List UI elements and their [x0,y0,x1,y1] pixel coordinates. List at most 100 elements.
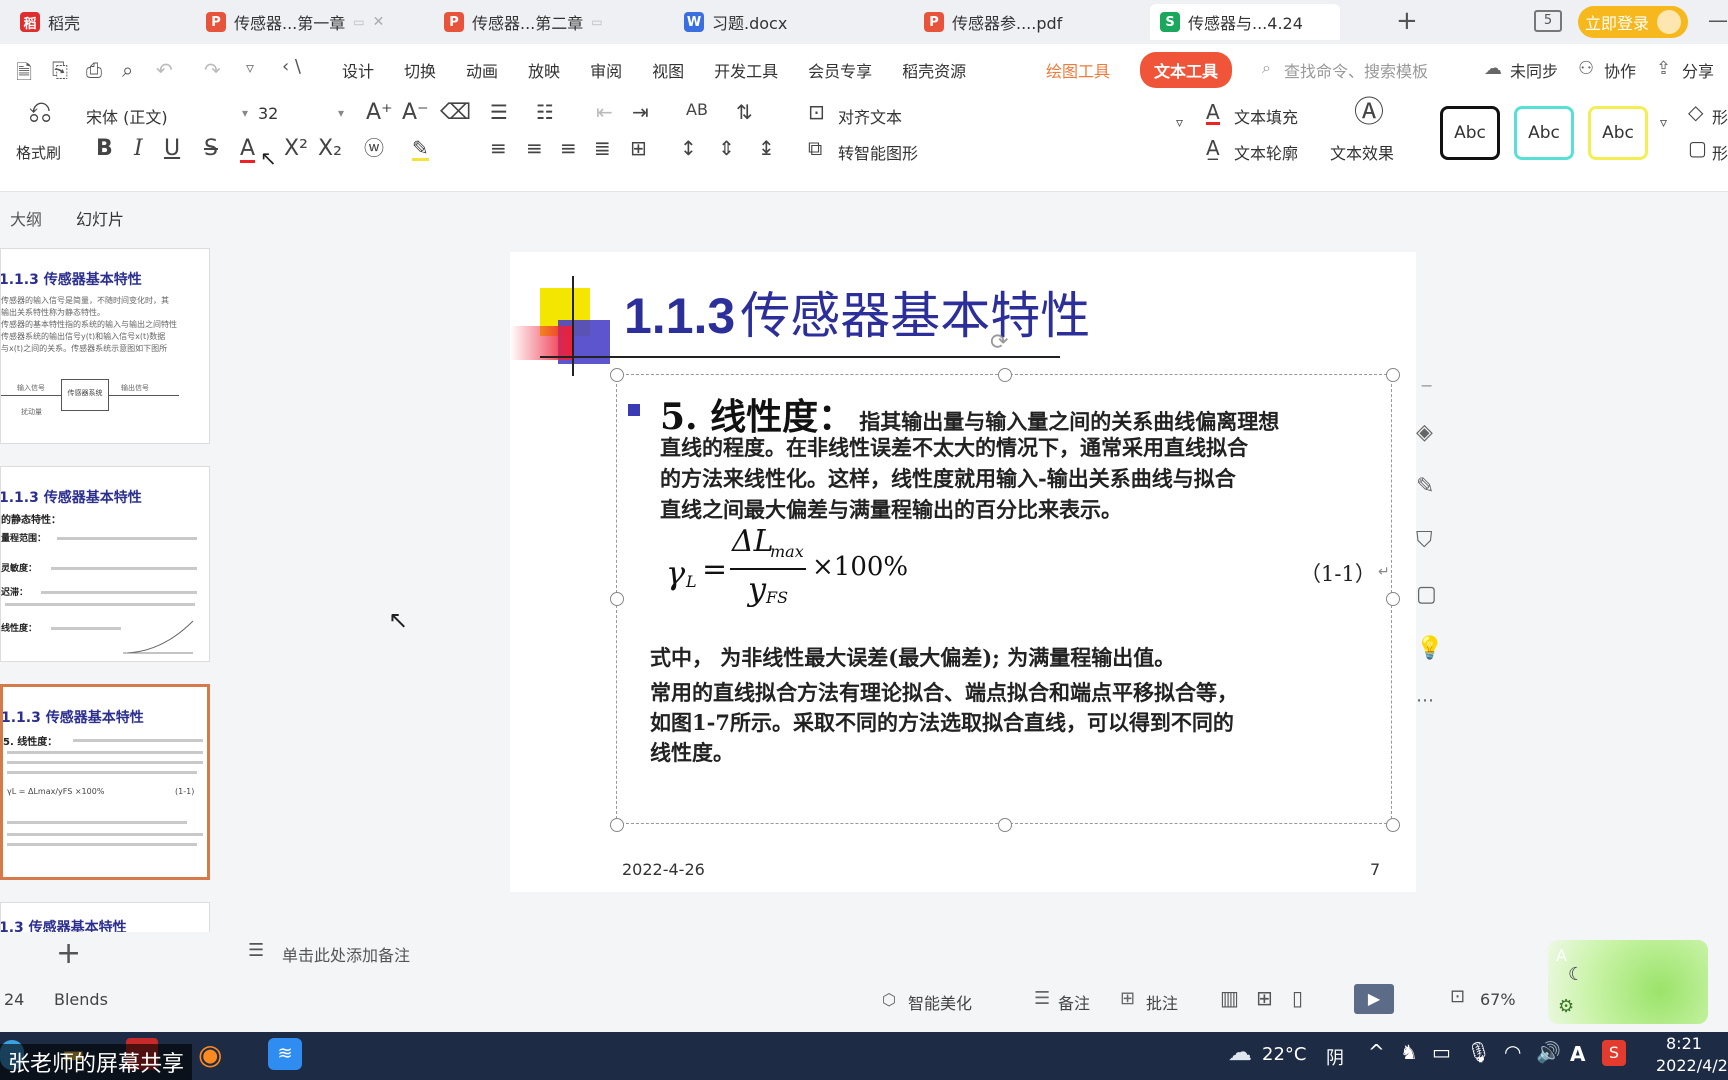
more-shape-styles-icon[interactable]: ▿ [1660,116,1667,130]
format-painter-label[interactable]: 格式刷 [16,142,61,163]
tab-docer[interactable]: 稻 稻壳 [10,4,160,40]
text-direction-icon[interactable]: AB [686,102,708,118]
tab-word-exercise[interactable]: W 习题.docx [674,4,874,40]
menu-developer[interactable]: 开发工具 [714,58,778,82]
comment-button[interactable]: 批注 [1146,990,1178,1014]
strikethrough-icon[interactable]: S [204,138,218,160]
volume-icon[interactable]: 🔊 [1536,1040,1561,1064]
text-effect-button[interactable]: 文本效果 [1330,140,1394,164]
font-family-select[interactable]: 宋体 (正文) ▾ [86,104,254,130]
resize-handle[interactable] [1386,592,1400,606]
shape-outline-button[interactable]: 形 [1712,140,1728,164]
italic-icon[interactable]: I [134,138,143,160]
minimize-icon[interactable]: — [1708,8,1728,32]
rotate-handle-icon[interactable]: ⟳ [990,330,1008,355]
smart-shape-button[interactable]: 转智能图形 [838,140,918,164]
tray-expand-icon[interactable]: ^ [1368,1040,1385,1064]
slide-thumbnail-2[interactable]: 1.1.3 传感器基本特性 的静态特性： 量程范围： 灵敏度： 迟滞： 线性度： [0,466,210,662]
print-icon[interactable]: ⎙ [86,58,102,82]
save-icon[interactable]: 🗎 [16,58,32,92]
bold-icon[interactable]: B [96,138,113,160]
slide-thumbnail-1[interactable]: 1.1.3 传感器基本特性 传感器的输入信号是简量，不随时间变化时，其 输出关系… [0,248,210,444]
undo-icon[interactable]: ↶ [156,58,173,82]
menu-animation[interactable]: 动画 [466,58,498,82]
share-button[interactable]: 分享 [1682,58,1714,82]
add-notes-field[interactable]: 单击此处添加备注 [282,942,410,966]
line-spacing-icon[interactable]: ↕ [680,138,697,158]
superscript-icon[interactable]: X² [284,138,308,160]
menu-docer-resources[interactable]: 稻壳资源 [902,58,966,82]
increase-font-icon[interactable]: A⁺ [366,102,393,124]
decrease-indent-icon[interactable]: ⇤ [596,102,613,122]
resize-handle[interactable] [610,368,624,382]
paragraph-spacing-icon[interactable]: ⇕ [718,138,735,158]
input-method-indicator[interactable]: A [1570,1042,1585,1066]
text-fill-button[interactable]: 文本填充 [1234,104,1298,128]
font-color-icon[interactable]: A [240,138,256,163]
layers-icon[interactable]: ◈ [1416,420,1433,445]
tab-sheet[interactable]: S 传感器与...4.24 [1150,4,1340,40]
collapse-icon[interactable]: ‹ \ [282,56,301,77]
resize-handle[interactable] [1386,818,1400,832]
text-outline-button[interactable]: 文本轮廓 [1234,140,1298,164]
weather-widget[interactable]: A ☾ ⚙ [1548,940,1708,1024]
command-search-input[interactable]: 查找命令、搜索模板 [1284,58,1428,82]
fit-window-icon[interactable]: ⊡ [1450,986,1465,1007]
tab-slides[interactable]: 幻灯片 [76,206,124,230]
menu-vip[interactable]: 会员专享 [808,58,872,82]
new-tab-icon[interactable]: + [1396,6,1418,36]
qq-icon[interactable]: ♞ [1400,1040,1418,1064]
shape-style-yellow[interactable]: Abc [1588,106,1648,160]
reading-view-icon[interactable]: ▯ [1292,986,1303,1010]
add-slide-icon[interactable]: + [56,936,81,971]
subscript-icon[interactable]: X₂ [318,138,342,160]
align-left-icon[interactable]: ≡ [490,138,507,158]
resize-handle[interactable] [998,818,1012,832]
smart-beautify-button[interactable]: 智能美化 [908,990,972,1014]
sogou-icon[interactable]: S [1602,1040,1626,1066]
close-icon[interactable]: ✕ [373,14,385,30]
decrease-font-icon[interactable]: A⁻ [402,102,429,124]
dropdown-icon[interactable]: ▿ [246,58,254,77]
battery-icon[interactable]: ▭ [1432,1040,1451,1064]
collaborate-button[interactable]: 协作 [1604,58,1636,82]
shape-style-cyan[interactable]: Abc [1514,106,1574,160]
window-count-badge[interactable]: 5 [1534,10,1562,32]
fill-bucket-icon[interactable]: ⛉ [1416,528,1433,553]
normal-view-icon[interactable]: ▥ [1220,986,1239,1010]
more-icon[interactable]: ⋯ [1416,690,1434,711]
firefox-icon[interactable]: ◉ [198,1038,222,1071]
align-center-icon[interactable]: ≡ [526,138,543,158]
shape-fill-button[interactable]: 形 [1712,104,1728,128]
tab-outline[interactable]: 大纲 [10,206,42,230]
justify-icon[interactable]: ≣ [594,138,611,158]
zoom-level[interactable]: 67% [1480,990,1516,1009]
shape-style-black[interactable]: Abc [1440,106,1500,160]
print-preview-icon[interactable]: ⌕ [122,58,133,82]
outline-icon[interactable]: ▢ [1416,582,1437,607]
bullet-list-icon[interactable]: ☰ [490,102,508,122]
redo-icon[interactable]: ↷ [204,58,221,82]
format-painter-icon[interactable]: ⎌ [28,98,52,128]
spacing-dropdown-icon[interactable]: ↨ [758,138,775,158]
login-button[interactable]: 立即登录 [1578,6,1688,38]
collapse-minus-icon[interactable]: − [1420,376,1433,395]
tab-ppt-ch2[interactable]: P 传感器...第二章 ▭ [434,4,634,40]
slide-thumbnail-3-selected[interactable]: 1.1.3 传感器基本特性 5. 线性度： γL = ΔLmax/yFS ×10… [0,684,210,880]
align-text-button[interactable]: 对齐文本 [838,104,902,128]
resize-handle[interactable] [610,592,624,606]
wifi-icon[interactable]: ◠ [1504,1040,1521,1064]
tab-ppt-ch1[interactable]: P 传感器...第一章 ▭ ✕ [196,4,420,40]
theme-name[interactable]: Blends [54,990,108,1009]
microphone-icon[interactable]: 🎙 [1466,1040,1491,1064]
numbered-list-icon[interactable]: ☷ [536,102,554,122]
menu-text-tools[interactable]: 文本工具 [1140,52,1233,88]
menu-design[interactable]: 设计 [342,58,374,82]
increase-indent-icon[interactable]: ⇥ [632,102,649,122]
sort-icon[interactable]: ⇅ [736,102,753,122]
menu-view[interactable]: 视图 [652,58,684,82]
lightbulb-icon[interactable]: 💡 [1416,636,1443,661]
menu-transition[interactable]: 切换 [404,58,436,82]
tab-pdf[interactable]: P 传感器参....pdf [914,4,1114,40]
align-right-icon[interactable]: ≡ [560,138,577,158]
